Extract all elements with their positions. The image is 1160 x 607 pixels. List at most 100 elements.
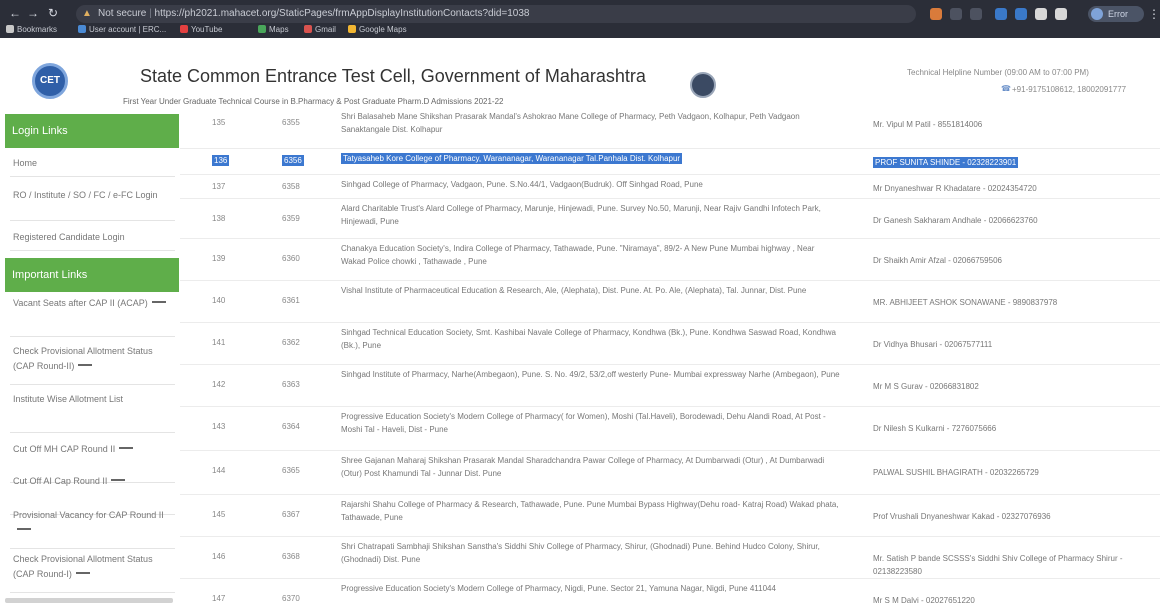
sidebar-link[interactable]: Provisional Vacancy for CAP Round II xyxy=(13,508,173,538)
profile-button[interactable]: Error xyxy=(1088,6,1144,22)
row-divider xyxy=(180,322,1160,323)
contact-cell: Dr Vidhya Bhusari - 02067577111 xyxy=(873,338,1153,351)
bookmark-item[interactable]: Bookmarks xyxy=(6,25,57,34)
sidebar-link-label: Cut Off AI Cap Round II xyxy=(13,476,108,486)
contact-cell: Dr Nilesh S Kulkarni - 7276075666 xyxy=(873,422,1153,435)
sr-no-cell-text: 141 xyxy=(212,338,226,347)
share-icon[interactable] xyxy=(950,8,962,20)
sidebar-divider xyxy=(10,220,175,221)
institute-code-cell-text: 6368 xyxy=(282,552,300,561)
contact-cell: Prof Vrushali Dnyaneshwar Kakad - 023270… xyxy=(873,510,1153,523)
sidebar-divider xyxy=(10,336,175,337)
sr-no-cell-text: 135 xyxy=(212,118,226,127)
new-icon xyxy=(78,364,93,366)
star-icon[interactable] xyxy=(970,8,982,20)
contact-cell-text: Prof Vrushali Dnyaneshwar Kakad - 023270… xyxy=(873,512,1051,521)
institute-name-cell: Sinhgad Technical Education Society, Smt… xyxy=(341,326,841,352)
contact-cell-text: PROF SUNITA SHINDE - 02328223901 xyxy=(873,157,1019,168)
bookmark-item[interactable]: User account | ERC... xyxy=(78,25,166,34)
row-divider xyxy=(180,148,1160,149)
institute-code-cell: 6360 xyxy=(282,254,300,263)
institute-name-cell: Vishal Institute of Pharmaceutical Educa… xyxy=(341,284,841,297)
institute-name-cell-text: Progressive Education Society's Modern C… xyxy=(341,412,826,434)
institute-code-cell: 6362 xyxy=(282,338,300,347)
institute-code-cell: 6368 xyxy=(282,552,300,561)
sr-no-cell: 140 xyxy=(212,296,225,305)
bookmark-item[interactable]: Google Maps xyxy=(348,25,407,34)
bookmark-item[interactable]: Maps xyxy=(258,25,289,34)
sidebar-icon[interactable] xyxy=(1055,8,1067,20)
sidebar-link[interactable]: Vacant Seats after CAP II (ACAP) xyxy=(13,296,173,311)
bookmark-icon xyxy=(258,25,266,33)
institute-name-cell-text: Sinhgad College of Pharmacy, Vadgaon, Pu… xyxy=(341,180,703,189)
security-label: Not secure xyxy=(98,8,147,19)
institute-name-cell-text: Rajarshi Shahu College of Pharmacy & Res… xyxy=(341,500,839,522)
sidebar-link-label: Institute Wise Allotment List xyxy=(13,394,124,404)
bookmark-item[interactable]: YouTube xyxy=(180,25,222,34)
row-divider xyxy=(180,494,1160,495)
extension-icon[interactable] xyxy=(995,8,1007,20)
sr-no-cell: 146 xyxy=(212,552,225,561)
login-links-header: Login Links xyxy=(5,114,179,148)
extension-icon[interactable] xyxy=(930,8,942,20)
address-bar[interactable]: ▲ Not secure | https://ph2021.mahacet.or… xyxy=(76,5,916,23)
row-divider xyxy=(180,406,1160,407)
institute-code-cell-text: 6361 xyxy=(282,296,300,305)
sr-no-cell: 143 xyxy=(212,422,225,431)
new-icon xyxy=(111,479,126,481)
institute-code-cell-text: 6367 xyxy=(282,510,300,519)
bookmark-icon xyxy=(6,25,14,33)
institute-code-cell-text: 6355 xyxy=(282,118,300,127)
institute-name-cell-text: Alard Charitable Trust's Alard College o… xyxy=(341,204,821,226)
institute-name-cell-text: Shri Chatrapati Sambhaji Shikshan Sansth… xyxy=(341,542,820,564)
contact-cell: Mr M S Gurav - 02066831802 xyxy=(873,380,1153,393)
sidebar-link[interactable]: RO / Institute / SO / FC / e-FC Login xyxy=(13,188,173,203)
sidebar-link[interactable]: Home xyxy=(13,156,173,171)
institute-name-cell: Tatyasaheb Kore College of Pharmacy, War… xyxy=(341,152,841,165)
bookmark-item[interactable]: Gmail xyxy=(304,25,336,34)
sidebar-link-label: Check Provisional Allotment Status (CAP … xyxy=(13,554,153,579)
extension-icon[interactable] xyxy=(1015,8,1027,20)
row-divider xyxy=(180,450,1160,451)
sidebar-link[interactable]: Registered Candidate Login xyxy=(13,230,173,245)
contact-cell: Mr S M Dalvi - 02027651220 xyxy=(873,594,1153,607)
contact-cell-text: Dr Shaikh Amir Afzal - 02066759506 xyxy=(873,256,1002,265)
phone-icon: ☎ xyxy=(1001,84,1011,93)
institute-code-cell-text: 6360 xyxy=(282,254,300,263)
back-icon[interactable]: ← xyxy=(8,6,22,20)
sidebar-link[interactable]: Check Provisional Allotment Status (CAP … xyxy=(13,344,173,374)
institute-code-cell-text: 6362 xyxy=(282,338,300,347)
sidebar-link[interactable]: Cut Off AI Cap Round II xyxy=(13,474,173,489)
horizontal-scrollbar[interactable] xyxy=(5,598,173,603)
bookmark-label: YouTube xyxy=(191,25,223,34)
institute-code-cell: 6367 xyxy=(282,510,300,519)
sidebar-link-label: Check Provisional Allotment Status (CAP … xyxy=(13,346,153,371)
institute-code-cell: 6356 xyxy=(282,155,304,166)
important-links-header: Important Links xyxy=(5,258,179,292)
sr-no-cell: 138 xyxy=(212,214,225,223)
sidebar-link[interactable]: Institute Wise Allotment List xyxy=(13,392,173,407)
puzzle-icon[interactable] xyxy=(1035,8,1047,20)
institute-name-cell: Alard Charitable Trust's Alard College o… xyxy=(341,202,841,228)
more-icon[interactable]: ⋮ xyxy=(1148,7,1160,21)
contact-cell-text: Dr Vidhya Bhusari - 02067577111 xyxy=(873,340,993,349)
sidebar-link-label: Home xyxy=(13,158,38,168)
sidebar-link-label: Registered Candidate Login xyxy=(13,232,125,242)
institute-code-cell-text: 6363 xyxy=(282,380,300,389)
institute-code-cell: 6365 xyxy=(282,466,300,475)
forward-icon[interactable]: → xyxy=(26,6,40,20)
new-icon xyxy=(119,447,134,449)
institute-code-cell-text: 6364 xyxy=(282,422,300,431)
sr-no-cell: 142 xyxy=(212,380,225,389)
bookmark-label: Bookmarks xyxy=(17,25,58,34)
row-divider xyxy=(180,578,1160,579)
sr-no-cell-text: 143 xyxy=(212,422,226,431)
institute-name-cell: Progressive Education Society's Modern C… xyxy=(341,410,841,436)
reload-icon[interactable]: ↻ xyxy=(46,6,60,20)
contact-cell-text: Mr Dnyaneshwar R Khadatare - 02024354720 xyxy=(873,184,1037,193)
institute-name-cell-text: Shri Balasaheb Mane Shikshan Prasarak Ma… xyxy=(341,112,800,134)
sidebar-link[interactable]: Cut Off MH CAP Round II xyxy=(13,442,173,457)
institute-code-cell: 6358 xyxy=(282,182,300,191)
sidebar-link[interactable]: Check Provisional Allotment Status (CAP … xyxy=(13,552,173,582)
government-emblem-logo xyxy=(690,72,716,98)
